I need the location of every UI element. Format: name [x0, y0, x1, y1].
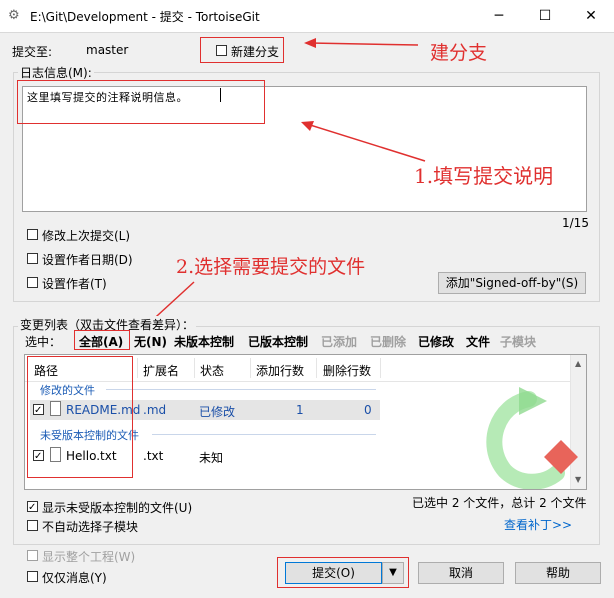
signed-off-label: 添加"Signed-off-by"(S) [445, 276, 579, 290]
message-text[interactable]: 这里填写提交的注释说明信息。 [27, 89, 188, 105]
message-only-checkbox[interactable] [27, 571, 38, 582]
col-ext[interactable]: 扩展名 [143, 362, 179, 379]
col-removed[interactable]: 删除行数 [323, 362, 371, 379]
filter-none[interactable]: 无(N) [134, 333, 167, 350]
commit-dropdown[interactable]: ▼ [382, 562, 404, 584]
filter-modified[interactable]: 已修改 [418, 333, 454, 350]
group-line [152, 434, 376, 435]
annotation-fill-message: 1.填写提交说明 [414, 164, 554, 188]
window-title: E:\Git\Development - 提交 - TortoiseGit [30, 10, 260, 24]
new-branch-checkbox[interactable] [216, 45, 227, 56]
file-ext: .md [143, 403, 167, 417]
selection-summary: 已选中 2 个文件，总计 2 个文件 [412, 496, 587, 510]
scroll-up-arrow[interactable]: ▲ [575, 359, 581, 368]
text-cursor [220, 88, 221, 102]
show-unversioned-checkbox[interactable] [27, 501, 38, 512]
close-button[interactable]: ✕ [568, 0, 614, 32]
arrow-fill-message [301, 121, 426, 162]
show-whole-project-label: 显示整个工程(W) [42, 550, 136, 564]
col-added[interactable]: 添加行数 [256, 362, 304, 379]
header-divider [316, 358, 317, 378]
title-bar: ⚙ E:\Git\Development - 提交 - TortoiseGit … [0, 0, 614, 33]
set-date-checkbox[interactable] [27, 253, 38, 264]
message-counter: 1/15 [562, 216, 589, 230]
show-unversioned-label[interactable]: 显示未受版本控制的文件(U) [42, 499, 192, 516]
commit-button-label: 提交(O) [312, 566, 355, 580]
file-list-highlight [27, 356, 133, 478]
no-auto-submodule-checkbox[interactable] [27, 520, 38, 531]
minimize-button[interactable]: ─ [476, 0, 522, 32]
group-line [106, 389, 376, 390]
set-date-label[interactable]: 设置作者日期(D) [42, 251, 133, 268]
cancel-button-label: 取消 [448, 566, 473, 580]
tortoisegit-watermark-icon [486, 387, 578, 489]
no-auto-submodule-label[interactable]: 不自动选择子模块 [42, 518, 138, 535]
arrow-new-branch [304, 38, 419, 48]
amend-label[interactable]: 修改上次提交(L) [42, 227, 130, 244]
filter-submodules: 子模块 [500, 335, 537, 349]
branch-name: master [86, 43, 129, 57]
app-icon: ⚙ [8, 8, 20, 23]
file-status: 未知 [199, 451, 224, 465]
filter-added: 已添加 [321, 335, 358, 349]
chevron-down-icon: ▼ [389, 567, 397, 578]
file-status: 已修改 [199, 405, 236, 419]
filter-unversioned[interactable]: 未版本控制 [174, 333, 234, 350]
amend-checkbox[interactable] [27, 229, 38, 240]
new-branch-label[interactable]: 新建分支 [231, 43, 279, 60]
file-added: 1 [296, 403, 304, 417]
filter-files[interactable]: 文件 [466, 333, 490, 350]
help-button-label: 帮助 [545, 566, 570, 580]
set-author-checkbox[interactable] [27, 277, 38, 288]
filter-deleted: 已删除 [370, 335, 407, 349]
file-removed: 0 [364, 403, 372, 417]
message-only-label[interactable]: 仅仅消息(Y) [42, 569, 107, 586]
help-button[interactable]: 帮助 [515, 562, 601, 584]
message-label: 日志信息(M): [18, 64, 94, 81]
header-divider [380, 358, 381, 378]
annotation-select-files: 2.选择需要提交的文件 [176, 256, 366, 278]
annotation-new-branch: 建分支 [430, 42, 488, 64]
select-label: 选中： [25, 335, 62, 349]
commit-to-label: 提交至: [12, 45, 53, 59]
filter-versioned[interactable]: 已版本控制 [248, 333, 308, 350]
view-patch-link[interactable]: 查看补丁>> [504, 516, 572, 533]
header-divider [250, 358, 251, 378]
filter-all[interactable]: 全部(A) [79, 333, 123, 350]
commit-button[interactable]: 提交(O) [285, 562, 382, 584]
col-status[interactable]: 状态 [200, 362, 224, 379]
show-whole-project-checkbox [27, 550, 38, 561]
set-author-label[interactable]: 设置作者(T) [42, 275, 107, 292]
file-ext: .txt [143, 449, 164, 463]
signed-off-button[interactable]: 添加"Signed-off-by"(S) [438, 272, 586, 294]
cancel-button[interactable]: 取消 [418, 562, 504, 584]
header-divider [137, 358, 138, 378]
maximize-button[interactable]: ☐ [522, 0, 568, 32]
header-divider [194, 358, 195, 378]
